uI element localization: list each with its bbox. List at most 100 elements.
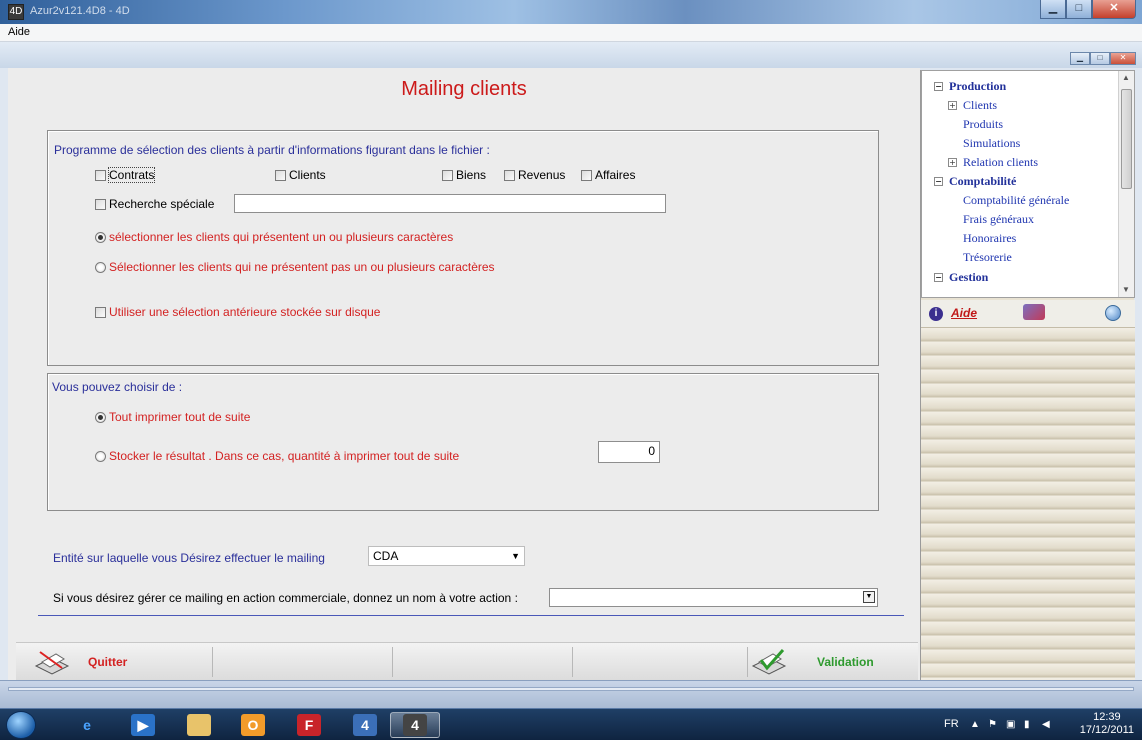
checkbox-box[interactable] (275, 169, 286, 181)
checkbox-use-previous[interactable]: Utiliser une sélection antérieure stocké… (95, 305, 380, 319)
radio-not-present[interactable]: Sélectionner les clients qui ne présente… (95, 260, 495, 274)
tree-item-comptabilite-generale[interactable]: Comptabilité générale (963, 193, 1069, 208)
tree-item-honoraires[interactable]: Honoraires (963, 231, 1016, 246)
minimize-button[interactable]: ▁ (1040, 0, 1066, 19)
radio-store[interactable]: Stocker le résultat . Dans ce cas, quant… (95, 449, 459, 463)
tree-item-label: Honoraires (963, 231, 1017, 245)
bar-separator (392, 647, 393, 677)
tree-item-frais-generaux[interactable]: Frais généraux (963, 212, 1034, 227)
scroll-down-icon[interactable]: ▼ (1122, 285, 1130, 294)
entity-select[interactable]: CDA ▼ (368, 546, 525, 566)
tree-item-label: Gestion (949, 270, 989, 284)
start-button[interactable] (6, 711, 36, 739)
maximize-button[interactable]: □ (1066, 0, 1092, 19)
help-link[interactable]: Aide (951, 306, 977, 320)
form-title: Mailing clients (401, 78, 527, 100)
checkbox-clients[interactable]: Clients (275, 168, 326, 182)
globe-icon[interactable] (1105, 305, 1121, 321)
checkbox-recherche-speciale[interactable]: Recherche spéciale (95, 197, 214, 211)
panel-background (921, 328, 1135, 680)
navigation-tree: − Production + Clients Produits Simulation… (921, 70, 1135, 298)
checkbox-box[interactable] (95, 306, 106, 318)
bar-separator (212, 647, 213, 677)
network-icon[interactable]: ▮ (1024, 719, 1036, 731)
quantity-input[interactable]: 0 (598, 441, 660, 463)
dropdown-arrow-icon[interactable]: ▼ (863, 591, 875, 603)
taskbar-4d-server[interactable]: 4 (340, 712, 390, 738)
clock-time: 12:39 (1093, 711, 1121, 723)
horizontal-scrollbar[interactable] (8, 687, 1134, 691)
quit-button[interactable]: Quitter (34, 647, 174, 677)
tree-scrollbar[interactable]: ▲ ▼ (1118, 71, 1134, 297)
radio-label: Tout imprimer tout de suite (109, 410, 251, 424)
radio-dot[interactable] (95, 450, 106, 462)
taskbar-ie[interactable]: e (62, 712, 112, 738)
entity-select-value: CDA (373, 549, 399, 563)
checkbox-box[interactable] (581, 169, 592, 181)
taskbar-4d[interactable]: 4 (390, 712, 440, 738)
validation-button[interactable]: Validation (751, 647, 911, 677)
collapse-icon[interactable]: − (934, 82, 943, 91)
validation-label: Validation (817, 655, 874, 669)
collapse-icon[interactable]: − (934, 177, 943, 186)
volume-icon[interactable]: ◀ (1042, 719, 1054, 731)
checkbox-revenus[interactable]: Revenus (504, 168, 565, 182)
recherche-speciale-input[interactable] (234, 194, 666, 213)
taskbar-media[interactable]: ▶ (118, 712, 168, 738)
checkbox-affaires[interactable]: Affaires (581, 168, 635, 182)
radio-print-now[interactable]: Tout imprimer tout de suite (95, 410, 250, 424)
selection-heading: Programme de sélection des clients à par… (54, 143, 490, 157)
radio-dot[interactable] (95, 231, 106, 243)
checkbox-box[interactable] (95, 198, 106, 210)
taskbar-explorer[interactable] (174, 712, 224, 738)
tree-item-clients[interactable]: + Clients (948, 98, 997, 113)
tree-item-gestion[interactable]: − Gestion (934, 270, 988, 285)
menu-aide[interactable]: Aide (8, 26, 30, 38)
window-controls: ▁ □ ✕ (1040, 0, 1136, 19)
taskbar-filezilla[interactable]: F (284, 712, 334, 738)
language-indicator[interactable]: FR (944, 718, 959, 730)
tray-device-icon[interactable]: ▣ (1006, 719, 1018, 731)
child-close-button[interactable]: ✕ (1110, 52, 1136, 65)
clock[interactable]: 12:39 17/12/2011 (1080, 711, 1134, 737)
tree-item-label: Comptabilité générale (963, 193, 1070, 207)
collapse-icon[interactable]: − (934, 273, 943, 282)
tray-flag-icon[interactable]: ⚑ (988, 719, 1000, 731)
radio-dot[interactable] (95, 411, 106, 423)
tree-item-tresorerie[interactable]: Trésorerie (963, 250, 1012, 265)
output-group: Vous pouvez choisir de : Tout imprimer t… (47, 373, 879, 511)
radio-label: Sélectionner les clients qui ne présente… (109, 260, 495, 274)
radio-dot[interactable] (95, 261, 106, 273)
tree-item-relation-clients[interactable]: + Relation clients (948, 155, 1038, 170)
tree-item-label: Clients (963, 98, 998, 112)
printer-check-icon (751, 649, 787, 675)
checkbox-box[interactable] (504, 169, 515, 181)
internet-explorer-icon: e (83, 717, 91, 733)
tree-item-production[interactable]: − Production (934, 79, 1006, 94)
close-button[interactable]: ✕ (1092, 0, 1136, 19)
expand-icon[interactable]: + (948, 101, 957, 110)
taskbar-outlook[interactable]: O (228, 712, 278, 738)
tree-item-simulations[interactable]: Simulations (963, 136, 1020, 151)
status-band (0, 680, 1142, 708)
child-minimize-button[interactable]: ▁ (1070, 52, 1090, 65)
action-combo[interactable]: ▼ (549, 588, 878, 607)
action-label: Si vous désirez gérer ce mailing en acti… (53, 591, 518, 605)
checkbox-biens[interactable]: Biens (442, 168, 486, 182)
help-book-icon[interactable] (1023, 304, 1045, 320)
radio-present[interactable]: sélectionner les clients qui présentent … (95, 230, 453, 244)
tree-item-label: Trésorerie (963, 250, 1012, 264)
info-icon: i (929, 307, 943, 321)
child-maximize-button[interactable]: □ (1090, 52, 1110, 65)
tree-item-produits[interactable]: Produits (963, 117, 1003, 132)
tree-item-comptabilite[interactable]: − Comptabilité (934, 174, 1016, 189)
checkbox-box[interactable] (95, 169, 106, 181)
expand-icon[interactable]: + (948, 158, 957, 167)
tray-arrow-icon[interactable]: ▲ (970, 719, 982, 731)
scroll-thumb[interactable] (1121, 89, 1132, 189)
selection-group: Programme de sélection des clients à par… (47, 130, 879, 366)
bar-separator (572, 647, 573, 677)
checkbox-box[interactable] (442, 169, 453, 181)
checkbox-contrats[interactable]: Contrats (95, 167, 156, 183)
scroll-up-icon[interactable]: ▲ (1122, 73, 1130, 82)
